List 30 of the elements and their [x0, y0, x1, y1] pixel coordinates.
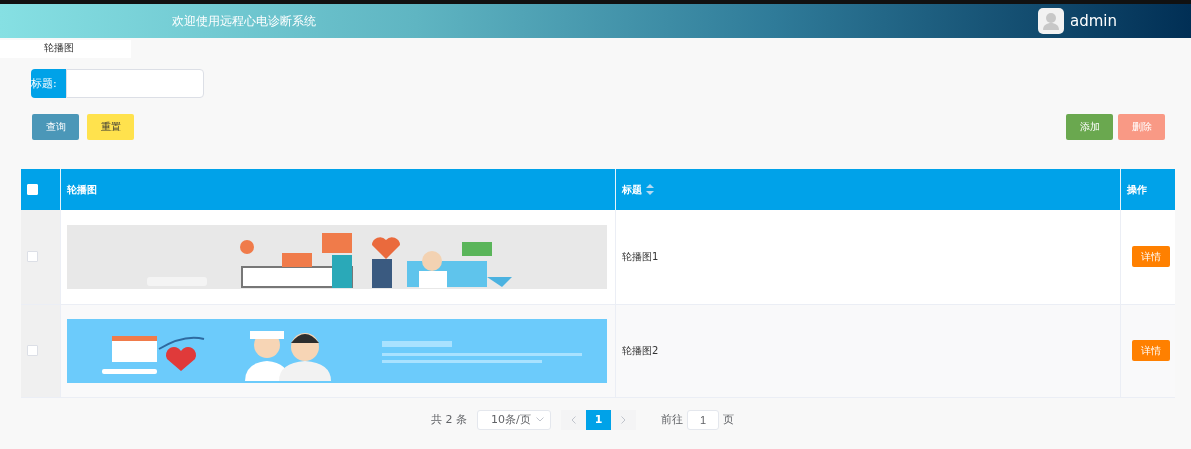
total-count: 共 2 条	[431, 412, 467, 427]
sort-icon	[646, 184, 654, 195]
delete-button[interactable]: 删除	[1118, 114, 1165, 140]
nav-tab[interactable]: 轮播图	[0, 40, 131, 58]
chevron-right-icon	[621, 415, 626, 424]
column-header: 轮播图	[60, 169, 616, 210]
page-number[interactable]: 1	[586, 409, 611, 430]
user-name[interactable]: admin	[1070, 12, 1117, 30]
checkbox[interactable]	[27, 345, 38, 356]
prev-page-button[interactable]	[561, 409, 586, 430]
detail-button[interactable]: 详情	[1132, 340, 1170, 361]
chevron-down-icon	[536, 417, 544, 422]
page-input[interactable]: 1	[687, 409, 719, 430]
page-suffix: 页	[723, 412, 734, 427]
page-size-select[interactable]: 10条/页	[477, 409, 551, 430]
goto-label: 前往	[661, 412, 683, 427]
checkbox[interactable]	[27, 251, 38, 263]
app-title: 欢迎使用远程心电诊断系统	[172, 12, 316, 30]
add-button[interactable]: 添加	[1066, 114, 1113, 140]
next-page-button[interactable]	[611, 409, 636, 430]
table-cell: 轮播图2	[622, 344, 659, 356]
table-cell: 轮播图1	[622, 250, 659, 262]
query-button[interactable]: 查询	[32, 114, 79, 140]
field-label: 标题:	[31, 69, 66, 98]
column-header[interactable]: 标题	[615, 169, 1121, 210]
reset-button[interactable]: 重置	[87, 114, 134, 140]
detail-button[interactable]: 详情	[1132, 246, 1170, 268]
chevron-left-icon	[571, 415, 576, 424]
avatar-icon	[1038, 8, 1064, 34]
column-header: 操作	[1120, 169, 1175, 210]
